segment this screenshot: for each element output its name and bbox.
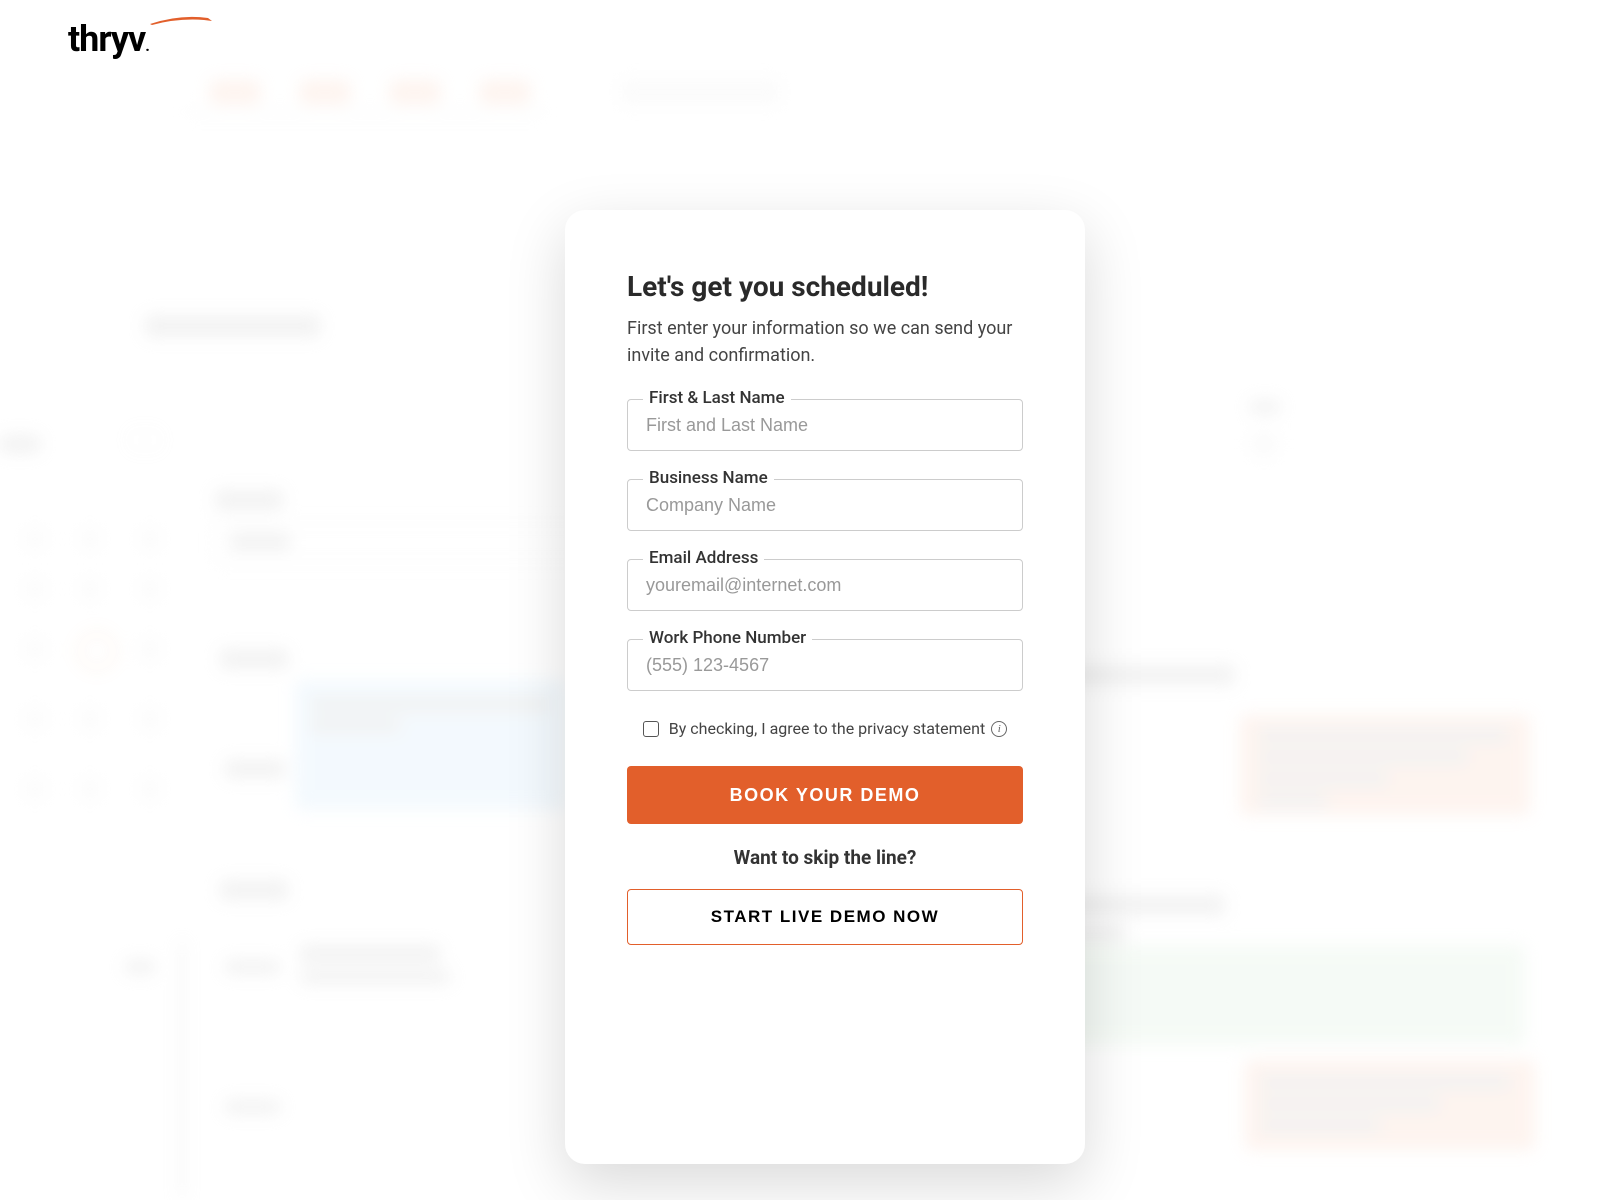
logo-swoosh-icon [150, 16, 212, 26]
info-icon[interactable]: i [991, 721, 1007, 737]
logo-text: thryv [68, 18, 145, 60]
name-field-wrapper: First & Last Name [627, 399, 1023, 451]
privacy-checkbox-label: By checking, I agree to the privacy stat… [669, 719, 985, 738]
name-label: First & Last Name [643, 388, 791, 408]
privacy-checkbox-row: By checking, I agree to the privacy stat… [627, 719, 1023, 738]
business-field-wrapper: Business Name [627, 479, 1023, 531]
schedule-demo-modal: Let's get you scheduled! First enter you… [565, 210, 1085, 1164]
email-field-wrapper: Email Address [627, 559, 1023, 611]
start-live-demo-button[interactable]: START LIVE DEMO NOW [627, 889, 1023, 945]
skip-line-text: Want to skip the line? [627, 846, 1023, 869]
email-label: Email Address [643, 548, 764, 568]
privacy-checkbox[interactable] [643, 721, 659, 737]
modal-title: Let's get you scheduled! [627, 270, 1023, 303]
business-label: Business Name [643, 468, 774, 488]
phone-label: Work Phone Number [643, 628, 812, 648]
modal-subtitle: First enter your information so we can s… [627, 315, 1023, 369]
logo: thryv. [68, 18, 149, 60]
book-demo-button[interactable]: BOOK YOUR DEMO [627, 766, 1023, 824]
phone-field-wrapper: Work Phone Number [627, 639, 1023, 691]
